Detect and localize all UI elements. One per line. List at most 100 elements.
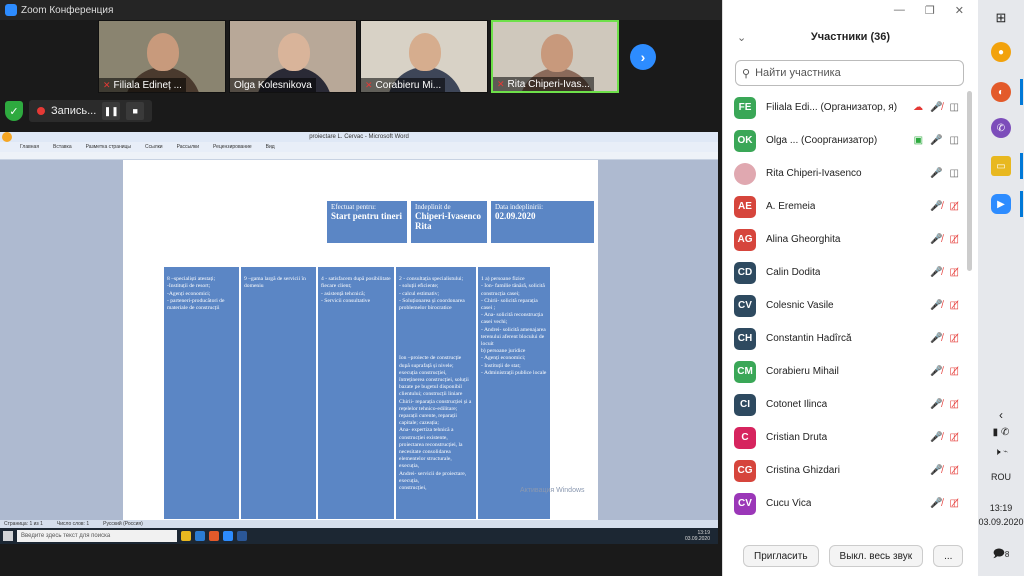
word-status-item: Русский (Россия) [103, 521, 143, 527]
mic-muted-icon[interactable]: 🎤̸ [930, 102, 942, 113]
camera-off-icon[interactable]: ◫̸ [950, 399, 959, 410]
word-ribbon-tab[interactable]: Главная [20, 142, 39, 152]
next-page-button[interactable]: › [630, 44, 656, 70]
participant-row[interactable]: OK Olga ... (Соорганизатор) ▣ 🎤 ◫ [723, 124, 967, 157]
tray-clock-date[interactable]: 03.09.2020 [978, 517, 1024, 527]
word-ribbon-tab[interactable]: Ссылки [145, 142, 163, 152]
participant-row[interactable]: FE Filiala Edi... (Организатор, я) ☁ 🎤̸ ◫ [723, 91, 967, 124]
security-shield-icon[interactable]: ✓ [5, 101, 23, 121]
table-column-2: 9 –gama largă de servicii în domeniu [240, 266, 317, 520]
word-ribbon-tab[interactable]: Рецензирование [213, 142, 252, 152]
camera-off-icon[interactable]: ◫̸ [950, 465, 959, 476]
invite-button[interactable]: Пригласить [743, 545, 819, 567]
explorer-icon [181, 531, 191, 541]
camera-off-icon[interactable]: ◫̸ [950, 300, 959, 311]
tray-expand-icon[interactable]: ‹ [978, 408, 1024, 422]
mic-muted-icon[interactable]: 🎤̸ [930, 432, 942, 443]
mute-all-button[interactable]: Выкл. весь звук [828, 545, 924, 567]
participant-scrollbar[interactable] [967, 91, 972, 271]
mic-icon[interactable]: 🎤 [930, 168, 942, 179]
word-status-item: Число слов: 1 [56, 521, 90, 527]
mic-muted-icon[interactable]: 🎤̸ [930, 366, 942, 377]
stop-recording-button[interactable]: ■ [126, 102, 145, 120]
language-indicator[interactable]: ROU [978, 472, 1024, 482]
mic-muted-icon[interactable]: 🎤̸ [930, 399, 942, 410]
video-thumbnail[interactable]: ✕ Corabieru Mi... [360, 20, 488, 93]
mic-muted-icon[interactable]: 🎤̸ [930, 333, 942, 344]
mic-icon[interactable]: 🎤 [930, 135, 942, 146]
minimize-icon[interactable]: — [894, 4, 905, 16]
edge-icon [195, 531, 205, 541]
mic-muted-icon[interactable]: 🎤̸ [930, 465, 942, 476]
more-button[interactable]: ... [933, 545, 964, 567]
camera-off-icon[interactable]: ◫̸ [950, 267, 959, 278]
screen-share-icon: ▣ [913, 135, 924, 146]
camera-off-icon[interactable]: ◫̸ [950, 234, 959, 245]
camera-icon[interactable]: ◫ [950, 168, 959, 179]
mic-muted-icon[interactable]: 🎤̸ [930, 201, 942, 212]
camera-icon[interactable]: ◫ [950, 135, 959, 146]
collapse-chevron-icon[interactable]: ⌄ [737, 31, 746, 44]
participant-row[interactable]: CG Cristina Ghizdari 🎤̸ ◫̸ [723, 454, 967, 487]
participant-row[interactable]: CM Corabieru Mihail 🎤̸ ◫̸ [723, 355, 967, 388]
camera-off-icon[interactable]: ◫̸ [950, 366, 959, 377]
camera-off-icon[interactable]: ◫̸ [950, 333, 959, 344]
word-ribbon-tab[interactable]: Вид [266, 142, 275, 152]
participant-row[interactable]: CV Colesnic Vasile 🎤̸ ◫̸ [723, 289, 967, 322]
participant-row[interactable]: C Cristian Druta 🎤̸ ◫̸ [723, 421, 967, 454]
recording-cloud-icon: ☁ [913, 102, 924, 113]
video-thumbnail[interactable]: ✕ Rita Chiperi-Ivas... [491, 20, 619, 93]
mic-muted-icon[interactable]: 🎤̸ [930, 498, 942, 509]
chrome-canary-icon[interactable]: ● [991, 42, 1011, 62]
video-thumbnail[interactable]: Olga Kolesnikova [229, 20, 357, 93]
cloud-record-icon [37, 107, 45, 115]
office-button-icon[interactable] [2, 132, 12, 142]
zoom-icon[interactable]: ▶ [991, 194, 1011, 214]
zoom-window: Zoom Конференция ✕ Filiala Edineț ... Ol… [0, 0, 722, 576]
camera-off-icon[interactable]: ◫̸ [950, 201, 959, 212]
participant-avatar: FE [734, 96, 756, 119]
mic-muted-icon[interactable]: 🎤̸ [930, 267, 942, 278]
notifications-icon[interactable]: 🗩8 [978, 545, 1024, 564]
viber-icon[interactable]: ✆ [991, 118, 1011, 138]
windows-start-icon[interactable]: ⊞ [991, 8, 1011, 28]
table-column-1: 8 –specialiști atestați; -Instituții de … [163, 266, 240, 520]
participant-search-input[interactable]: ⚲ Найти участника [735, 60, 964, 86]
participant-row[interactable]: CI Cotonet Ilinca 🎤̸ ◫̸ [723, 388, 967, 421]
camera-icon[interactable]: ◫ [950, 102, 959, 113]
firefox-icon[interactable]: ◐ [991, 82, 1011, 102]
participant-row[interactable]: CH Constantin Hadîrcă 🎤̸ ◫̸ [723, 322, 967, 355]
video-thumbnail[interactable]: ✕ Filiala Edineț ... [98, 20, 226, 93]
participant-row[interactable]: AE A. Eremeia 🎤̸ ◫̸ [723, 190, 967, 223]
pause-recording-button[interactable]: ❚❚ [102, 102, 121, 120]
participant-name: Cristian Druta [766, 432, 828, 443]
mic-muted-icon[interactable]: 🎤̸ [930, 300, 942, 311]
tray-clock-time[interactable]: 13:19 [978, 503, 1024, 513]
battery-icon[interactable]: ▮ ✆ [978, 427, 1024, 438]
participant-row[interactable]: Rita Chiperi-Ivasenco 🎤 ◫ [723, 157, 967, 190]
word-ribbon-tab[interactable]: Рассылки [177, 142, 199, 152]
word-ribbon-tabs: Главная Вставка Разметка страницы Ссылки Рас… [0, 142, 718, 152]
participant-row[interactable]: CV Cucu Vica 🎤̸ ◫̸ [723, 487, 967, 520]
participant-row[interactable]: AG Alina Gheorghita 🎤̸ ◫̸ [723, 223, 967, 256]
maximize-icon[interactable]: ❐ [925, 4, 935, 17]
participant-name: Cristina Ghizdari [766, 465, 840, 476]
word-ribbon-tab[interactable]: Вставка [53, 142, 72, 152]
file-explorer-icon[interactable]: ▭ [991, 156, 1011, 176]
participant-status-icons: ☁ 🎤̸ ◫ [913, 102, 959, 113]
camera-off-icon[interactable]: ◫̸ [950, 498, 959, 509]
camera-off-icon[interactable]: ◫̸ [950, 432, 959, 443]
header-cell-date: Data indeplinirii: 02.09.2020 [490, 200, 595, 244]
shared-screen: proiectare L. Cervac - Microsoft Word Гл… [0, 132, 718, 544]
table-column-3: 4 - satisfacem după posibilitate fiecare… [317, 266, 395, 520]
video-participant-name: Rita Chiperi-Ivas... [507, 78, 590, 90]
shared-tray-clock: 13:19 03.09.2020 [684, 530, 710, 542]
participant-avatar: CV [734, 492, 756, 515]
participant-name: Constantin Hadîrcă [766, 333, 852, 344]
mic-muted-icon[interactable]: 🎤̸ [930, 234, 942, 245]
volume-icon[interactable]: 🕨 ⌁ [978, 447, 1024, 458]
participant-row[interactable]: CD Calin Dodita 🎤̸ ◫̸ [723, 256, 967, 289]
word-ribbon-tab[interactable]: Разметка страницы [86, 142, 131, 152]
close-icon[interactable]: ✕ [955, 4, 964, 17]
participant-status-icons: ▣ 🎤 ◫ [914, 135, 959, 146]
